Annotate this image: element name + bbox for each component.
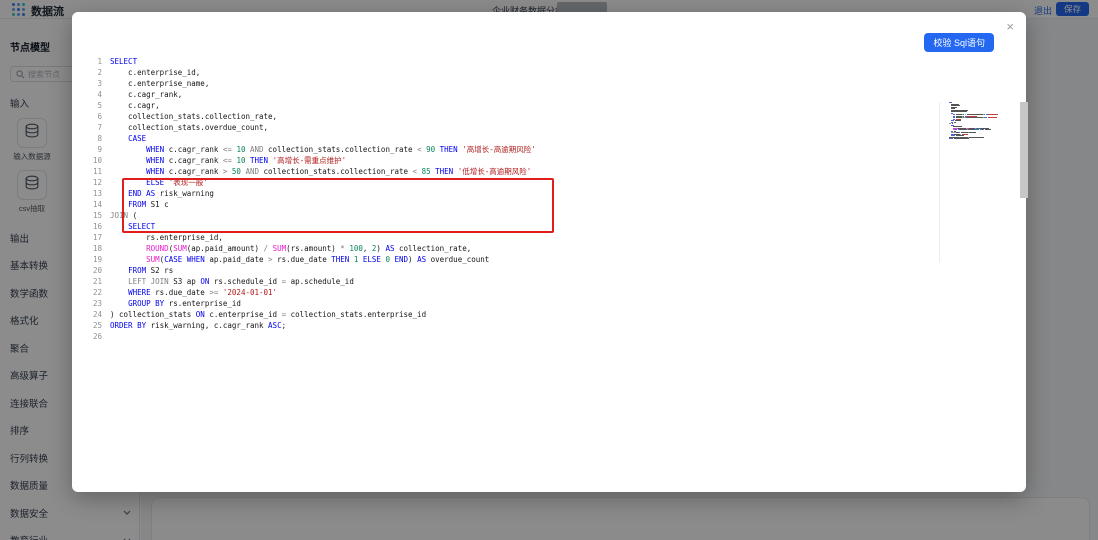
- line-number: 11: [92, 167, 102, 176]
- code-line: collection_stats.collection_rate,: [110, 112, 278, 121]
- line-number: 3: [97, 79, 102, 88]
- editor-minimap[interactable]: [949, 102, 1007, 141]
- sql-editor-modal: × 校验 Sql语句 1 2 3 4 5 6 7 8 9 10 11 12 13 14 15 16 17 18 19…: [72, 12, 1028, 492]
- line-number: 4: [97, 90, 102, 99]
- line-number: 21: [92, 277, 102, 286]
- code-line: ELSE '表现一般': [146, 178, 208, 187]
- line-number-gutter: 1 2 3 4 5 6 7 8 9 10 11 12 13 14 15 16 17 18 19 20 21 22 23 24 2…: [88, 56, 102, 342]
- line-number: 23: [92, 299, 102, 308]
- minimap-line: [949, 140, 1007, 142]
- code-line: CASE: [128, 134, 147, 143]
- line-number: 2: [97, 68, 102, 77]
- code-line: LEFT JOIN S3 ap ON rs.schedule_id = ap.s…: [128, 277, 354, 286]
- line-number: 20: [92, 266, 102, 275]
- code-line: SUM(CASE WHEN ap.paid_date > rs.due_date…: [146, 255, 490, 264]
- line-number: 18: [92, 244, 102, 253]
- line-number: 14: [92, 200, 102, 209]
- code-line: WHEN c.cagr_rank <= 10 AND collection_st…: [146, 145, 536, 154]
- code-line: SELECT: [110, 57, 138, 66]
- code-line: GROUP BY rs.enterprise_id: [128, 299, 241, 308]
- line-number: 5: [97, 101, 102, 110]
- line-number: 25: [92, 321, 102, 330]
- code-line: FROM S1 c: [128, 200, 169, 209]
- line-number: 16: [92, 222, 102, 231]
- line-number: 6: [97, 112, 102, 121]
- code-line: ORDER BY risk_warning, c.cagr_rank ASC;: [110, 321, 287, 330]
- code-line: c.cagr,: [110, 101, 160, 110]
- code-line: ) collection_stats ON c.enterprise_id = …: [110, 310, 427, 319]
- line-number: 17: [92, 233, 102, 242]
- code-line: SELECT: [128, 222, 156, 231]
- editor-scrollbar[interactable]: [1020, 102, 1028, 198]
- line-number: 22: [92, 288, 102, 297]
- line-number: 24: [92, 310, 102, 319]
- line-number: 1: [97, 57, 102, 66]
- code-line: WHEN c.cagr_rank > 50 AND collection_sta…: [146, 167, 532, 176]
- code-line: c.cagr_rank,: [110, 90, 183, 99]
- code-line: FROM S2 rs: [128, 266, 174, 275]
- minimap-separator: [939, 102, 940, 262]
- code-line: JOIN (: [110, 211, 138, 220]
- close-icon[interactable]: ×: [1006, 20, 1014, 33]
- line-number: 9: [97, 145, 102, 154]
- sql-code-editor[interactable]: 1 2 3 4 5 6 7 8 9 10 11 12 13 14 15 16 17 18 19 20 21 22 23 24 2…: [88, 56, 1028, 484]
- line-number: 26: [92, 332, 102, 341]
- code-line: END AS risk_warning: [128, 189, 214, 198]
- sql-code: SELECT c.enterprise_id, c.enterprise_nam…: [110, 56, 536, 342]
- validate-sql-button[interactable]: 校验 Sql语句: [924, 33, 994, 52]
- line-number: 15: [92, 211, 102, 220]
- code-line: c.enterprise_id,: [110, 68, 201, 77]
- line-number: 13: [92, 189, 102, 198]
- code-line: WHERE rs.due_date >= '2024-01-01': [128, 288, 278, 297]
- line-number: 12: [92, 178, 102, 187]
- code-line: rs.enterprise_id,: [110, 233, 223, 242]
- line-number: 8: [97, 134, 102, 143]
- line-number: 10: [92, 156, 102, 165]
- code-line: ROUND(SUM(ap.paid_amount) / SUM(rs.amoun…: [146, 244, 472, 253]
- line-number: 19: [92, 255, 102, 264]
- line-number: 7: [97, 123, 102, 132]
- code-line: collection_stats.overdue_count,: [110, 123, 269, 132]
- code-line: c.enterprise_name,: [110, 79, 210, 88]
- code-line: WHEN c.cagr_rank <= 10 THEN '高增长-需重点维护': [146, 156, 347, 165]
